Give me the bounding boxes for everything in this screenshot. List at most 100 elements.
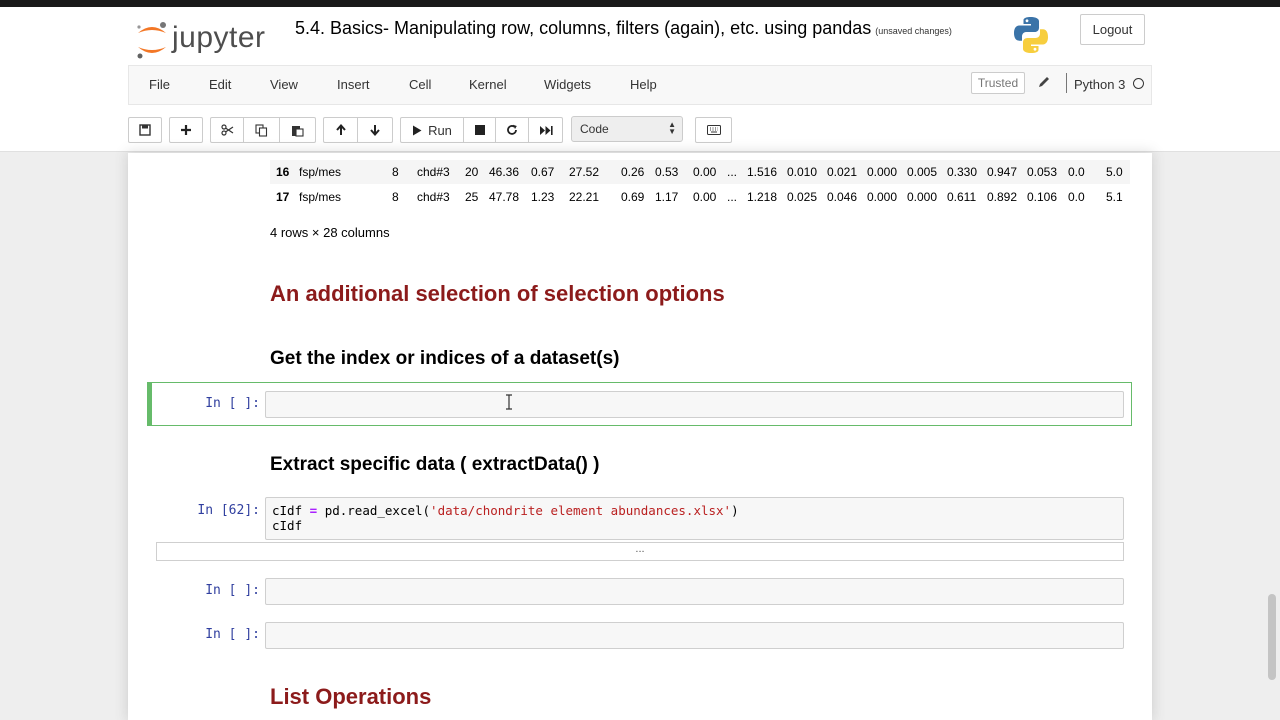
menu-kernel[interactable]: Kernel <box>469 77 507 92</box>
restart-icon <box>507 124 517 135</box>
notebook-title[interactable]: 5.4. Basics- Manipulating row, columns, … <box>295 18 952 39</box>
scissors-icon <box>220 124 233 136</box>
window-top-strip <box>0 0 1280 7</box>
table-cell: 5.0 <box>1106 165 1123 179</box>
notebook-container: 16 fsp/mes 8 chd#3 20 46.36 0.67 27.52 0… <box>128 153 1152 720</box>
table-cell: 0.005 <box>907 165 938 179</box>
cell-type-select[interactable]: Code ▲ ▼ <box>571 116 683 142</box>
table-cell: 25 <box>465 190 479 204</box>
heading-extract-data[interactable]: Extract specific data ( extractData() ) <box>270 454 599 476</box>
table-cell: ... <box>727 190 738 204</box>
dataframe-shape-info: 4 rows × 28 columns <box>270 225 390 240</box>
kernel-idle-indicator-icon <box>1133 78 1144 89</box>
table-cell: 0.000 <box>907 190 938 204</box>
trusted-indicator[interactable]: Trusted <box>971 72 1025 94</box>
table-cell: fsp/mes <box>299 190 342 204</box>
move-cell-up-button[interactable] <box>323 117 358 143</box>
kernel-name[interactable]: Python 3 <box>1074 77 1125 92</box>
edit-pencil-icon[interactable] <box>1037 75 1051 89</box>
cell-prompt: In [ ]: <box>205 627 260 642</box>
table-cell: 0.892 <box>987 190 1018 204</box>
play-icon <box>413 125 422 135</box>
menu-file[interactable]: File <box>149 77 170 92</box>
move-cell-down-button[interactable] <box>358 117 393 143</box>
table-cell: ... <box>727 165 738 179</box>
table-cell: 0.611 <box>947 190 977 204</box>
table-cell: 0.000 <box>867 165 898 179</box>
table-cell: fsp/mes <box>299 165 342 179</box>
jupyter-logo[interactable]: jupyter <box>134 19 279 61</box>
cut-cell-button[interactable] <box>210 117 244 143</box>
table-cell: 20 <box>465 165 479 179</box>
heading-get-index[interactable]: Get the index or indices of a dataset(s) <box>270 348 619 370</box>
code-line: cIdf <box>272 518 303 533</box>
kernel-separator <box>1066 73 1067 93</box>
code-operator: = <box>302 503 325 518</box>
table-cell: 47.78 <box>489 190 520 204</box>
menu-edit[interactable]: Edit <box>209 77 231 92</box>
code-input[interactable] <box>265 391 1124 418</box>
arrow-up-icon <box>335 124 346 135</box>
heading-selection-options[interactable]: An additional selection of selection opt… <box>270 281 725 307</box>
select-updown-icon: ▲ ▼ <box>668 120 676 136</box>
code-token: pd.read_excel( <box>324 503 431 518</box>
restart-kernel-button[interactable] <box>496 117 529 143</box>
arrow-down-icon <box>370 125 380 136</box>
table-cell: chd#3 <box>417 165 450 179</box>
save-button[interactable] <box>128 117 162 143</box>
table-row: 17 fsp/mes 8 chd#3 25 47.78 1.23 22.21 0… <box>270 185 1130 209</box>
command-palette-button[interactable] <box>695 117 732 143</box>
menubar: File Edit View Insert Cell Kernel Widget… <box>128 65 1152 105</box>
table-cell: chd#3 <box>417 190 450 204</box>
table-cell: 0.053 <box>1027 165 1058 179</box>
insert-cell-below-button[interactable] <box>169 117 203 143</box>
table-cell: 5.1 <box>1106 190 1123 204</box>
table-cell: 0.26 <box>621 165 645 179</box>
plus-icon <box>181 125 191 135</box>
run-cell-button[interactable]: Run <box>400 117 464 143</box>
collapsed-output[interactable]: ... <box>156 542 1124 561</box>
menu-cell[interactable]: Cell <box>409 77 431 92</box>
interrupt-kernel-button[interactable] <box>464 117 496 143</box>
save-status: (unsaved changes) <box>875 26 952 36</box>
table-cell: 16 <box>276 165 290 179</box>
table-cell: 22.21 <box>569 190 600 204</box>
table-cell: 0.106 <box>1027 190 1058 204</box>
table-cell: 8 <box>392 165 399 179</box>
menu-widgets[interactable]: Widgets <box>544 77 591 92</box>
code-input[interactable] <box>265 622 1124 649</box>
table-row: 16 fsp/mes 8 chd#3 20 46.36 0.67 27.52 0… <box>270 160 1130 184</box>
menu-insert[interactable]: Insert <box>337 77 370 92</box>
paste-cell-button[interactable] <box>280 117 316 143</box>
table-cell: 0.046 <box>827 190 858 204</box>
notebook-name[interactable]: 5.4. Basics- Manipulating row, columns, … <box>295 18 871 38</box>
table-cell: 0.00 <box>693 165 717 179</box>
page-scrollbar[interactable] <box>1268 594 1276 680</box>
table-cell: 46.36 <box>489 165 520 179</box>
keyboard-icon <box>706 125 721 135</box>
restart-run-all-button[interactable] <box>529 117 563 143</box>
table-cell: 1.17 <box>655 190 679 204</box>
stop-icon <box>474 125 485 135</box>
code-string: 'data/chondrite element abundances.xlsx' <box>430 503 732 518</box>
copy-cell-button[interactable] <box>244 117 280 143</box>
table-cell: 0.0 <box>1068 165 1085 179</box>
code-line: cIdf = pd.read_excel('data/chondrite ele… <box>272 503 739 518</box>
logout-button[interactable]: Logout <box>1080 14 1145 45</box>
menu-help[interactable]: Help <box>630 77 657 92</box>
table-cell: 1.516 <box>747 165 778 179</box>
table-cell: 0.947 <box>987 165 1018 179</box>
table-cell: 8 <box>392 190 399 204</box>
paste-icon <box>292 125 304 137</box>
menu-view[interactable]: View <box>270 77 298 92</box>
heading-list-operations[interactable]: List Operations <box>270 684 431 710</box>
cell-prompt: In [62]: <box>197 503 260 518</box>
code-input[interactable] <box>265 578 1124 605</box>
text-cursor-icon <box>506 394 512 410</box>
fast-forward-icon <box>539 125 553 135</box>
table-cell: 0.021 <box>827 165 858 179</box>
table-cell: 0.00 <box>693 190 717 204</box>
table-cell: 0.69 <box>621 190 645 204</box>
table-cell: 1.23 <box>531 190 555 204</box>
jupyter-logo-icon <box>137 22 166 59</box>
